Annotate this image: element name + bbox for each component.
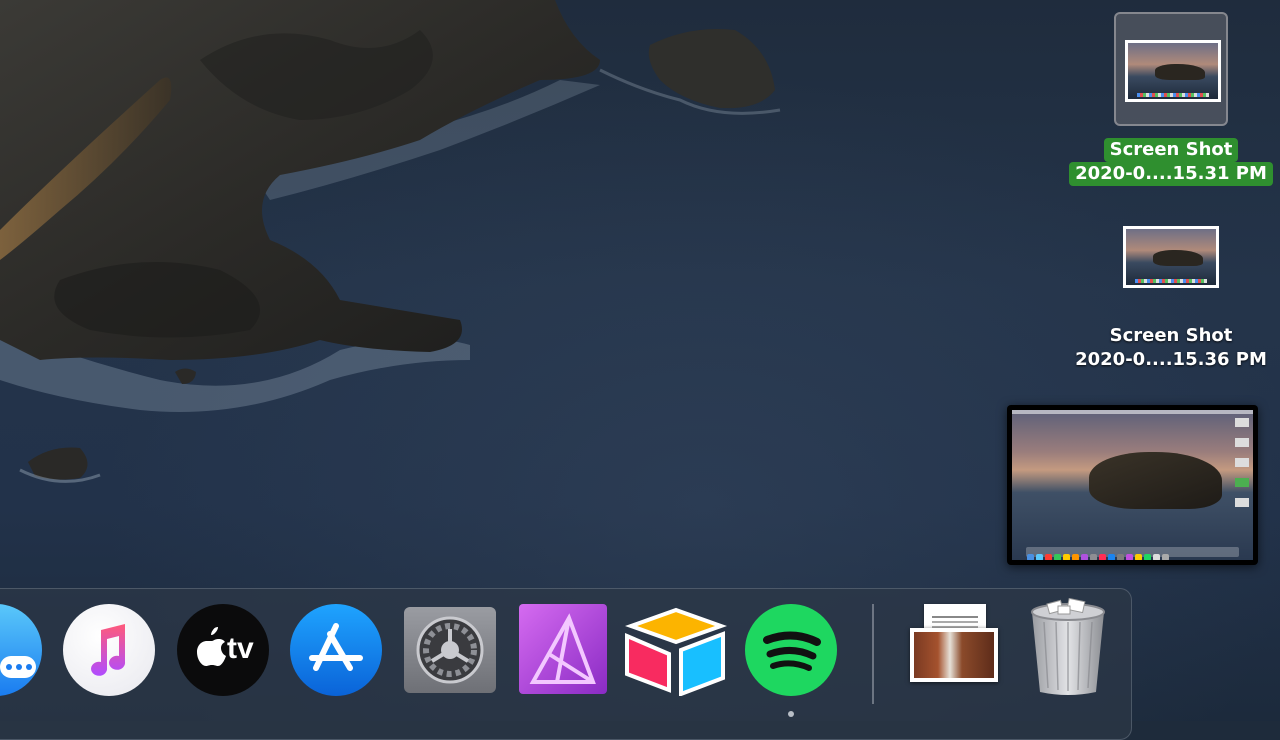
trash-icon — [1022, 597, 1114, 698]
downloads-stack-icon — [908, 604, 1000, 696]
screenshot-preview-image — [1012, 410, 1253, 560]
file-name-line2: 2020-0....15.31 PM — [1069, 162, 1273, 186]
dock-item-system-preferences[interactable] — [404, 607, 496, 699]
dock-item-app-store[interactable] — [290, 604, 382, 696]
desktop-file-screenshot-1531[interactable]: Screen Shot 2020-0....15.31 PM — [1066, 12, 1276, 192]
screenshot-preview-thumbnail[interactable] — [1007, 405, 1258, 565]
system-preferences-icon — [404, 607, 496, 693]
file-name-label[interactable]: Screen Shot 2020-0....15.31 PM — [1066, 138, 1276, 186]
dock-item-trash[interactable] — [1022, 597, 1114, 695]
apple-tv-text: tv — [227, 632, 254, 665]
messages-icon — [0, 604, 42, 696]
dock-item-airtable[interactable] — [623, 604, 729, 697]
file-name-label[interactable]: Screen Shot 2020-0....15.36 PM — [1066, 324, 1276, 372]
music-icon — [63, 604, 155, 696]
dock-item-messages[interactable] — [0, 604, 42, 696]
spotify-icon — [745, 604, 837, 696]
dock-item-affinity-photo[interactable] — [519, 604, 611, 696]
screenshot-thumbnail-icon — [1123, 226, 1219, 288]
file-thumbnail[interactable] — [1114, 12, 1228, 126]
dock-item-music[interactable] — [63, 604, 155, 696]
file-name-line1: Screen Shot — [1109, 325, 1233, 346]
affinity-photo-icon — [519, 604, 607, 694]
file-name-line2: 2020-0....15.36 PM — [1075, 349, 1267, 370]
running-indicator — [788, 711, 794, 717]
file-name-line1: Screen Shot — [1103, 138, 1239, 162]
desktop-file-screenshot-1536[interactable]: Screen Shot 2020-0....15.36 PM — [1066, 200, 1276, 380]
airtable-icon — [623, 604, 729, 697]
apple-tv-icon: tv — [177, 604, 269, 696]
dock-item-apple-tv[interactable]: tv — [177, 604, 269, 696]
file-thumbnail[interactable] — [1114, 200, 1228, 314]
app-store-icon — [290, 604, 382, 696]
screenshot-thumbnail-icon — [1125, 40, 1221, 102]
dock-item-spotify[interactable] — [745, 604, 837, 696]
dock-separator — [872, 604, 874, 704]
dock-item-downloads-stack[interactable] — [908, 604, 1000, 696]
